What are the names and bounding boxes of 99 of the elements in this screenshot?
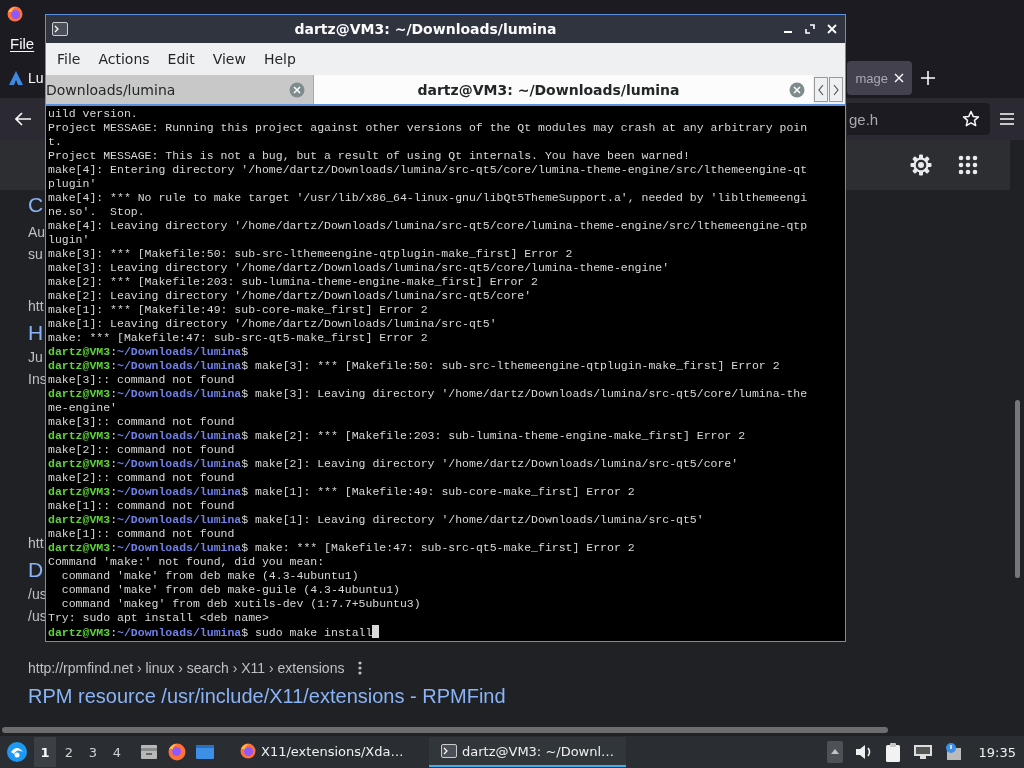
- terminal-icon: [441, 744, 457, 758]
- terminal-line: make[2]: Leaving directory '/home/dartz/Downloads/lumina/src-qt5/core': [48, 289, 533, 303]
- apps-grid-icon[interactable]: [958, 155, 978, 175]
- window-icon[interactable]: [196, 744, 214, 760]
- terminal-line: dartz@VM3:~/Downloads/lumina$ make[1]: Leaving directory '/home/dartz/Downloads/lumina/src-qt5': [48, 513, 705, 527]
- terminal-line: command 'makeg' from deb xutils-dev (1:7.7+5ubuntu3): [60, 597, 422, 611]
- result-title[interactable]: D: [28, 557, 44, 583]
- terminal-line: make[3]:: command not found: [48, 415, 236, 429]
- terminal-line: dartz@VM3:~/Downloads/lumina$ make[3]: *** [Makefile:50: sub-src-lthemeengine-qtplugin-make_first] Error 2: [48, 359, 781, 373]
- terminal-line: make[1]:: command not found: [48, 527, 236, 541]
- clipboard-icon[interactable]: [884, 742, 901, 762]
- plus-icon[interactable]: [921, 71, 935, 85]
- terminal-line: make[1]: *** [Makefile:49: sub-core-make_first] Error 2: [48, 303, 429, 317]
- terminal-line: Project MESSAGE: Running this project against other versions of the Qt modules may crash at any arbitrary poin: [48, 121, 809, 135]
- chevron-right-icon: [832, 83, 840, 96]
- menu-item[interactable]: Help: [254, 51, 305, 67]
- terminal-line: me-engine': [48, 401, 118, 415]
- terminal-line: uild version.: [48, 107, 139, 121]
- maximize-icon[interactable]: [805, 24, 815, 34]
- terminal-line: Project MESSAGE: This is not a bug, but a result of using Qt internals. You have been warned!: [48, 149, 691, 163]
- terminal-line: Try: sudo apt install <deb name>: [48, 611, 270, 625]
- terminal-line: dartz@VM3:~/Downloads/lumina$ make[1]: *** [Makefile:49: sub-core-make_first] Error 2: [48, 485, 636, 499]
- folder-icon[interactable]: [140, 743, 158, 761]
- star-icon[interactable]: [962, 110, 980, 128]
- workspace-button[interactable]: 4: [106, 737, 128, 767]
- scroll-left-button[interactable]: [814, 77, 828, 102]
- terminal-icon: [52, 22, 68, 36]
- firefox-icon[interactable]: [168, 743, 186, 761]
- terminal-line: make: *** [Makefile:47: sub-src-qt5-make_first] Error 2: [48, 331, 429, 345]
- window-title: dartz@VM3: ~/Downloads/lumina: [293, 21, 558, 37]
- terminal-line: make[3]: Leaving directory '/home/dartz/Downloads/lumina/src-qt5/core/lumina-theme-engine': [48, 261, 671, 275]
- terminal-line: command 'make' from deb make (4.3-4ubuntu1): [60, 569, 360, 583]
- terminal-line: make[2]: *** [Makefile:203: sub-lumina-theme-engine-make_first] Error 2: [48, 275, 539, 289]
- close-icon[interactable]: [827, 24, 837, 34]
- terminal-line: command 'make' from deb make-guile (4.3-4ubuntu1): [60, 583, 401, 597]
- terminal-line: make[2]:: command not found: [48, 471, 236, 485]
- triangle-icon: [9, 71, 23, 85]
- close-tab-icon[interactable]: [289, 81, 305, 98]
- menu-item[interactable]: File: [48, 51, 90, 67]
- result-title[interactable]: H: [28, 320, 44, 346]
- terminal-line: make[3]: *** [Makefile:50: sub-src-lthemeengine-qtplugin-make_first] Error 2: [48, 247, 574, 261]
- terminal-line: make[1]: Leaving directory '/home/dartz/Downloads/lumina/src-qt5': [48, 317, 498, 331]
- close-tab-icon[interactable]: [789, 81, 805, 98]
- terminal-tab[interactable]: Downloads/lumina: [46, 75, 313, 104]
- horizontal-scrollbar[interactable]: [2, 727, 888, 733]
- vertical-scrollbar[interactable]: [1014, 400, 1020, 578]
- result-snippet: Au: [28, 223, 46, 242]
- terminal-line: make[2]:: command not found: [48, 443, 236, 457]
- workspace-button[interactable]: 2: [58, 737, 80, 767]
- terminal-line: make[4]: *** No rule to make target '/usr/lib/x86_64-linux-gnu/libQt5ThemeSupport.a', needed by 'liblthemeengi: [48, 191, 809, 205]
- workspace-button[interactable]: 3: [82, 737, 104, 767]
- network-icon[interactable]: [912, 744, 933, 760]
- task-button[interactable]: dartz@VM3: ~/Downl…: [429, 737, 627, 767]
- task-button[interactable]: X11/extensions/Xda…: [228, 737, 423, 767]
- terminal-line: Command 'make:' not found, did you mean:: [48, 555, 326, 569]
- clock: 19:35: [978, 744, 1016, 760]
- start-menu-icon[interactable]: [6, 741, 28, 763]
- firefox-icon: [240, 743, 256, 759]
- firefox-icon: [7, 6, 23, 22]
- workspace-button[interactable]: 1: [34, 737, 56, 767]
- terminal-line: dartz@VM3:~/Downloads/lumina$ sudo make install: [48, 625, 845, 640]
- terminal-line: dartz@VM3:~/Downloads/lumina$ make[3]: Leaving directory '/home/dartz/Downloads/lumina/src-qt5/core/lumina-the: [48, 387, 809, 401]
- terminal-line: dartz@VM3:~/Downloads/lumina$ make[2]: *** [Makefile:203: sub-lumina-theme-engine-make_first] Error 2: [48, 429, 747, 443]
- notification-icon[interactable]: [944, 742, 961, 762]
- terminal-line: lugin': [48, 233, 91, 247]
- terminal-line: make[3]:: command not found: [48, 373, 236, 387]
- menu-item[interactable]: View: [203, 51, 255, 67]
- menu-icon[interactable]: [1000, 113, 1014, 125]
- terminal-line: make[4]: Entering directory '/home/dartz/Downloads/lumina/src-qt5/core/lumina-theme-engine/src/lthemeengine-qt: [48, 163, 809, 177]
- browser-tab[interactable]: Lu: [0, 61, 44, 95]
- terminal-line: dartz@VM3:~/Downloads/lumina$ make: *** [Makefile:47: sub-src-qt5-make_first] Error 2: [48, 541, 636, 555]
- settings-icon[interactable]: [910, 154, 932, 176]
- speaker-icon[interactable]: [854, 744, 873, 760]
- result-url: http://rpmfind.net › linux › search › X11 › extensions: [28, 659, 345, 678]
- terminal-line: make[4]: Leaving directory '/home/dartz/Downloads/lumina/src-qt5/core/lumina-theme-engine/src/lthemeengine-qtp: [48, 219, 809, 233]
- result-title[interactable]: RPM resource /usr/include/X11/extensions - RPMFind: [28, 682, 506, 710]
- result-url: htt: [28, 534, 44, 553]
- result-snippet: su: [28, 245, 43, 264]
- close-icon[interactable]: [894, 73, 904, 83]
- back-arrow-icon[interactable]: [15, 112, 31, 126]
- menu-item[interactable]: Edit: [158, 51, 204, 67]
- browser-tab[interactable]: mage: [847, 61, 912, 95]
- chevron-left-icon: [817, 83, 825, 96]
- terminal-line: ne.so'. Stop.: [48, 205, 146, 219]
- terminal-line: make[1]:: command not found: [48, 499, 236, 513]
- menu-item[interactable]: File: [10, 34, 35, 52]
- more-options-icon[interactable]: [358, 661, 363, 675]
- terminal-tab[interactable]: dartz@VM3: ~/Downloads/lumina: [313, 75, 813, 104]
- expand-tray-icon[interactable]: [826, 741, 843, 763]
- result-snippet: Ju: [28, 348, 43, 367]
- menu-item[interactable]: Actions: [89, 51, 159, 67]
- terminal-line: dartz@VM3:~/Downloads/lumina$: [48, 345, 250, 359]
- terminal-line: t.: [48, 135, 63, 149]
- scroll-right-button[interactable]: [829, 77, 843, 102]
- terminal-line: plugin': [48, 177, 98, 191]
- result-title[interactable]: C: [28, 192, 44, 218]
- address-field[interactable]: ge.h: [847, 103, 990, 135]
- terminal-line: dartz@VM3:~/Downloads/lumina$ make[2]: Leaving directory '/home/dartz/Downloads/lumina/src-qt5/core': [48, 457, 740, 471]
- result-url: htt: [28, 297, 44, 316]
